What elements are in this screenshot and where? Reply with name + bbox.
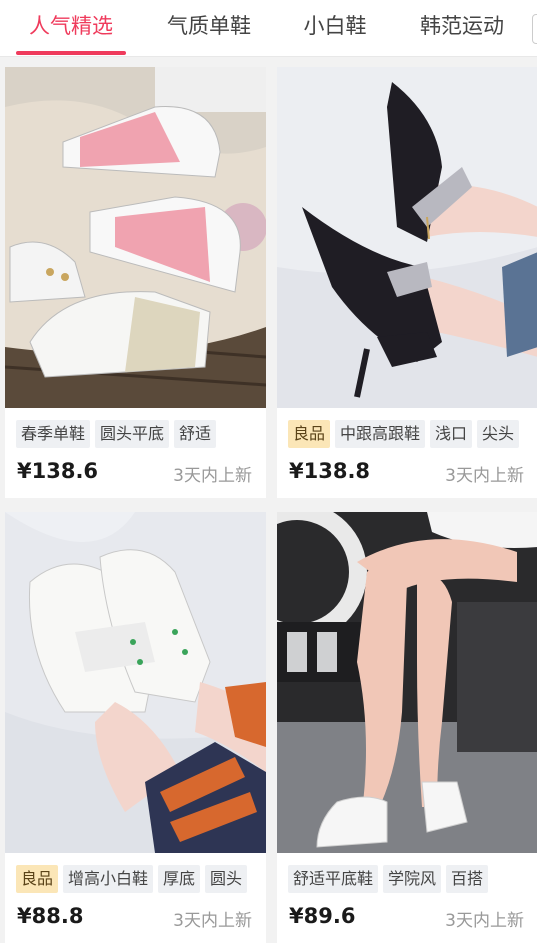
quality-badge[interactable]: 良品 <box>288 420 331 448</box>
product-price: ¥138.6 <box>17 459 99 483</box>
product-card[interactable]: 春季单鞋 圆头平底 舒适 ¥138.6 3天内上新 <box>5 67 266 498</box>
product-image[interactable] <box>277 512 537 853</box>
product-tag[interactable]: 春季单鞋 <box>16 420 91 448</box>
active-tab-indicator <box>16 51 126 55</box>
tab-popular-picks[interactable]: 人气精选 <box>16 0 126 56</box>
product-tag[interactable]: 中跟高跟鞋 <box>335 420 426 448</box>
product-tag[interactable]: 舒适平底鞋 <box>288 865 379 893</box>
product-image[interactable] <box>277 67 537 408</box>
quality-badge[interactable]: 良品 <box>16 865 59 893</box>
product-tags: 良品 中跟高跟鞋 浅口 尖头 <box>288 420 520 448</box>
product-tag[interactable]: 圆头平底 <box>95 420 170 448</box>
new-arrival-label: 3天内上新 <box>173 911 252 931</box>
product-price: ¥88.8 <box>17 904 84 928</box>
tab-elegant-shoes[interactable]: 气质单鞋 <box>155 0 263 56</box>
product-price: ¥89.6 <box>289 904 356 928</box>
product-tags: 舒适平底鞋 学院风 百搭 <box>288 865 489 893</box>
product-card[interactable]: 良品 增高小白鞋 厚底 圆头 ¥88.8 3天内上新 <box>5 512 266 943</box>
product-tag[interactable]: 厚底 <box>158 865 201 893</box>
category-tab-bar: 人气精选 气质单鞋 小白鞋 韩范运动 <box>0 0 537 57</box>
more-tabs-edge[interactable] <box>532 14 537 44</box>
product-tags: 良品 增高小白鞋 厚底 圆头 <box>16 865 248 893</box>
product-tag[interactable]: 百搭 <box>446 865 489 893</box>
tab-korean-sports[interactable]: 韩范运动 <box>408 0 516 56</box>
product-tag[interactable]: 尖头 <box>477 420 520 448</box>
new-arrival-label: 3天内上新 <box>445 911 524 931</box>
product-tag[interactable]: 圆头 <box>205 865 248 893</box>
new-arrival-label: 3天内上新 <box>445 466 524 486</box>
product-tag[interactable]: 学院风 <box>383 865 442 893</box>
product-price: ¥138.8 <box>289 459 371 483</box>
product-card[interactable]: 良品 中跟高跟鞋 浅口 尖头 ¥138.8 3天内上新 <box>277 67 537 498</box>
new-arrival-label: 3天内上新 <box>173 466 252 486</box>
product-tag[interactable]: 浅口 <box>430 420 473 448</box>
product-tag[interactable]: 增高小白鞋 <box>63 865 154 893</box>
product-tags: 春季单鞋 圆头平底 舒适 <box>16 420 217 448</box>
product-image[interactable] <box>5 512 266 853</box>
product-tag[interactable]: 舒适 <box>174 420 217 448</box>
product-card[interactable]: 舒适平底鞋 学院风 百搭 ¥89.6 3天内上新 <box>277 512 537 943</box>
tab-white-sneakers[interactable]: 小白鞋 <box>290 0 380 56</box>
product-image[interactable] <box>5 67 266 408</box>
